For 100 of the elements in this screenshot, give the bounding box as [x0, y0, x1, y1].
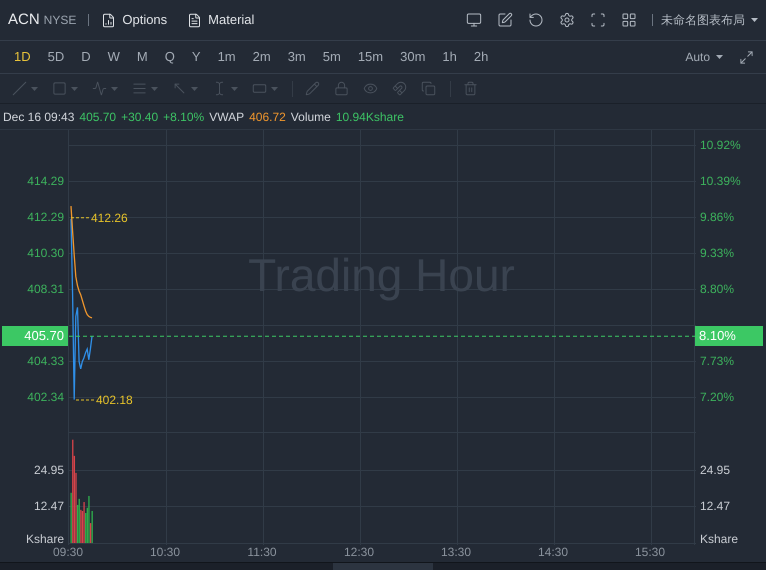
- interval-tab[interactable]: Y: [186, 47, 207, 67]
- price-axis-label: 414.29: [27, 175, 64, 187]
- interval-tab[interactable]: D: [75, 47, 97, 67]
- percent-axis-label: 7.73%: [700, 355, 734, 367]
- interval-tab[interactable]: 3m: [282, 47, 312, 67]
- pencil-icon: [305, 81, 320, 96]
- lock-button[interactable]: [334, 81, 349, 96]
- change-tag: 8.10%: [695, 326, 763, 346]
- interval-tab[interactable]: M: [130, 47, 154, 67]
- interval-tab[interactable]: 1m: [212, 47, 242, 67]
- volume-unit-label: Kshare: [26, 533, 64, 545]
- magnet-icon: [392, 81, 407, 96]
- interval-tab[interactable]: 30m: [394, 47, 432, 67]
- quote-value: +8.10%: [163, 108, 204, 126]
- interval-tab[interactable]: 1h: [436, 47, 463, 67]
- trash-icon: [463, 81, 478, 96]
- pencil-button[interactable]: [305, 81, 320, 96]
- time-axis-label: 14:30: [538, 546, 568, 558]
- volume-unit-label: Kshare: [700, 533, 738, 545]
- grid-layout-icon: [620, 12, 636, 28]
- percent-axis-label: 10.92%: [700, 139, 741, 151]
- copy-icon: [421, 81, 436, 96]
- quote-value: VWAP: [209, 108, 244, 126]
- interval-tab[interactable]: Q: [158, 47, 181, 67]
- interval-tab[interactable]: 2m: [246, 47, 277, 67]
- caret-icon: [271, 86, 278, 90]
- lines-tool-button[interactable]: [132, 81, 158, 96]
- eye-button[interactable]: [363, 81, 378, 96]
- line-tool-icon: [12, 81, 27, 96]
- time-axis-label: 09:30: [52, 546, 84, 558]
- caret-icon: [71, 86, 78, 90]
- caret-icon: [751, 18, 758, 22]
- arrow-tool-icon: [172, 81, 187, 96]
- percent-axis-label: 9.86%: [700, 211, 734, 223]
- wave-tool-icon: [92, 81, 107, 96]
- price-axis-label: 410.30: [27, 247, 64, 259]
- interval-tab[interactable]: 2h: [468, 47, 494, 67]
- lock-icon: [334, 81, 349, 96]
- layout-dropdown[interactable]: 未命名图表布局: [661, 11, 758, 29]
- caret-icon: [31, 86, 38, 90]
- exchange-label: NYSE: [44, 12, 76, 29]
- price-axis-label: 402.34: [27, 391, 64, 403]
- interval-tab[interactable]: 1D: [8, 47, 37, 67]
- quote-value: Volume: [290, 108, 331, 126]
- line-tool-button[interactable]: [12, 81, 38, 96]
- caret-icon: [191, 86, 198, 90]
- scroll-handle[interactable]: [333, 563, 433, 570]
- arrow-tool-button[interactable]: [172, 81, 198, 96]
- material-link[interactable]: Material: [187, 10, 254, 30]
- volume-axis-label: 12.47: [700, 500, 730, 512]
- percent-axis-label: 8.80%: [700, 283, 734, 295]
- quote-value: Dec 16 09:43: [3, 108, 74, 126]
- quote-value: 10.94Kshare: [336, 108, 404, 126]
- caret-icon: [151, 86, 158, 90]
- expand-icon[interactable]: [739, 50, 754, 64]
- document-icon: [187, 12, 202, 28]
- low-price-label: 402.18: [96, 394, 133, 406]
- last-price-tag: 405.70: [2, 326, 68, 346]
- interval-tab[interactable]: 5m: [316, 47, 347, 67]
- high-price-label: 412.26: [91, 212, 128, 224]
- volume-axis-label: 24.95: [34, 464, 64, 476]
- lines-tool-icon: [132, 81, 147, 96]
- percent-axis-label: 7.20%: [700, 391, 734, 403]
- price-axis-label: 412.29: [27, 211, 64, 223]
- price-axis-label: 404.33: [27, 355, 64, 367]
- magnet-button[interactable]: [392, 81, 407, 96]
- quote-value: +30.40: [121, 108, 158, 126]
- leader-line: [70, 217, 92, 218]
- edit-icon: [496, 12, 512, 28]
- time-axis-label: 13:30: [440, 546, 472, 558]
- options-link[interactable]: Options: [101, 10, 168, 30]
- quote-value: 405.70: [79, 108, 116, 126]
- interval-tab[interactable]: 5D: [42, 47, 70, 67]
- percent-axis-label: 9.33%: [700, 247, 734, 259]
- interval-tab[interactable]: W: [102, 47, 126, 67]
- time-axis-label: 10:30: [150, 546, 180, 558]
- wave-tool-button[interactable]: [92, 81, 118, 96]
- time-axis-label: 12:30: [344, 546, 374, 558]
- leader-line: [76, 399, 96, 400]
- fullscreen-icon: [590, 12, 606, 28]
- caret-icon: [716, 55, 723, 59]
- eye-icon: [363, 81, 378, 96]
- copy-button[interactable]: [421, 81, 436, 96]
- chart-document-icon: [101, 12, 116, 28]
- volume-axis-label: 12.47: [34, 500, 64, 512]
- ticker-symbol: ACN: [8, 10, 40, 30]
- quote-value: 406.72: [249, 108, 286, 126]
- interval-tab[interactable]: 15m: [352, 47, 390, 67]
- caret-icon: [231, 86, 238, 90]
- refresh-icon: [528, 12, 544, 28]
- percent-axis-label: 10.39%: [700, 175, 741, 187]
- rectangle-tool-icon: [52, 81, 67, 96]
- settings-icon: [558, 12, 574, 28]
- time-axis-label: 15:30: [634, 546, 666, 558]
- scale-mode-dropdown[interactable]: Auto: [685, 48, 723, 66]
- caret-icon: [111, 86, 118, 90]
- time-axis-label: 11:30: [247, 546, 277, 558]
- rectangle-tool-button[interactable]: [52, 81, 78, 96]
- price-axis-label: 408.31: [27, 283, 64, 295]
- trash-button[interactable]: [463, 81, 478, 96]
